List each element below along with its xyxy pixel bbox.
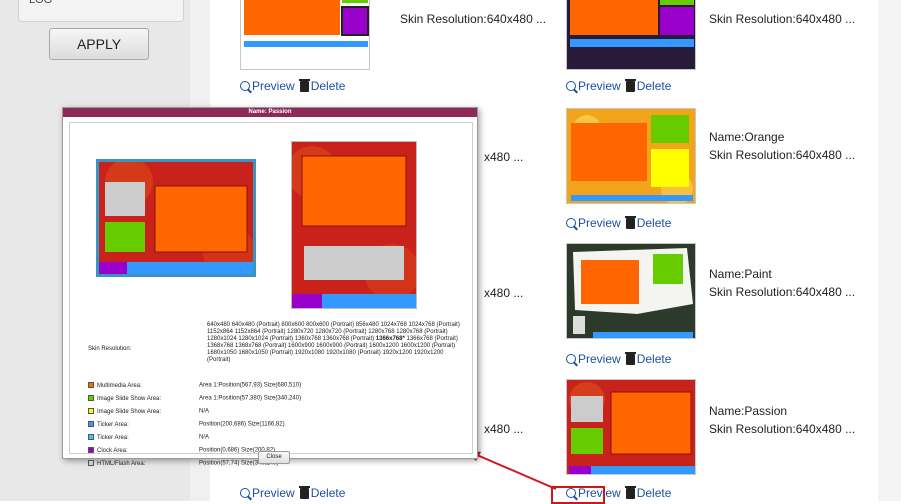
dialog-body: Skin Resolution: 640x480 640x480 (Portra… [69,122,473,467]
area-color-swatch [88,434,94,440]
area-label: Ticker Area: [97,434,129,441]
area-color-swatch [88,421,94,427]
area-color-swatch [88,395,94,401]
area-label: Clock Area: [97,447,128,454]
area-label: Image Slide Show Area: [97,395,162,402]
area-label: Multimedia Area: [97,382,142,389]
portrait-preview [291,141,417,309]
area-value: N/A [199,434,210,441]
area-value: N/A [199,408,210,415]
area-row: Ticker Area: N/A [88,434,209,441]
close-button[interactable]: Close [258,451,290,464]
area-color-swatch [88,460,94,466]
preview-dialog: Name: Passion Skin Resolution: 640x480 6… [62,107,478,467]
area-value: Area 1:Position(567,93) Size(680,510) [199,382,302,389]
skin-resolution-list: 640x480 640x480 (Portrait) 800x600 800x6… [207,322,467,364]
area-row: Multimedia Area: Area 1:Position(567,93) … [88,382,301,389]
area-label: Ticker Area: [97,421,129,428]
area-row: Image Slide Show Area: N/A [88,408,209,415]
area-row: HTML/Flash Area: Position(57,74) Size(340… [88,460,278,467]
area-label: HTML/Flash Area: [97,460,146,467]
area-value: Area 1:Position(57,380) Size(340,240) [199,395,302,402]
area-color-swatch [88,408,94,414]
skin-resolution-current: 1366x768* [375,336,405,342]
area-row: Clock Area: Position(0,686) Size(200,82) [88,447,275,454]
dialog-title: Name: Passion [63,108,477,117]
skin-resolution-label: Skin Resolution: [88,346,132,352]
area-color-swatch [88,447,94,453]
area-label: Image Slide Show Area: [97,408,162,415]
area-row: Ticker Area: Position(200,686) Size(1166,… [88,421,285,428]
area-color-swatch [88,382,94,388]
area-value: Position(200,686) Size(1166,82) [199,421,285,428]
area-row: Image Slide Show Area: Area 1:Position(57… [88,395,301,402]
landscape-preview [96,159,256,277]
